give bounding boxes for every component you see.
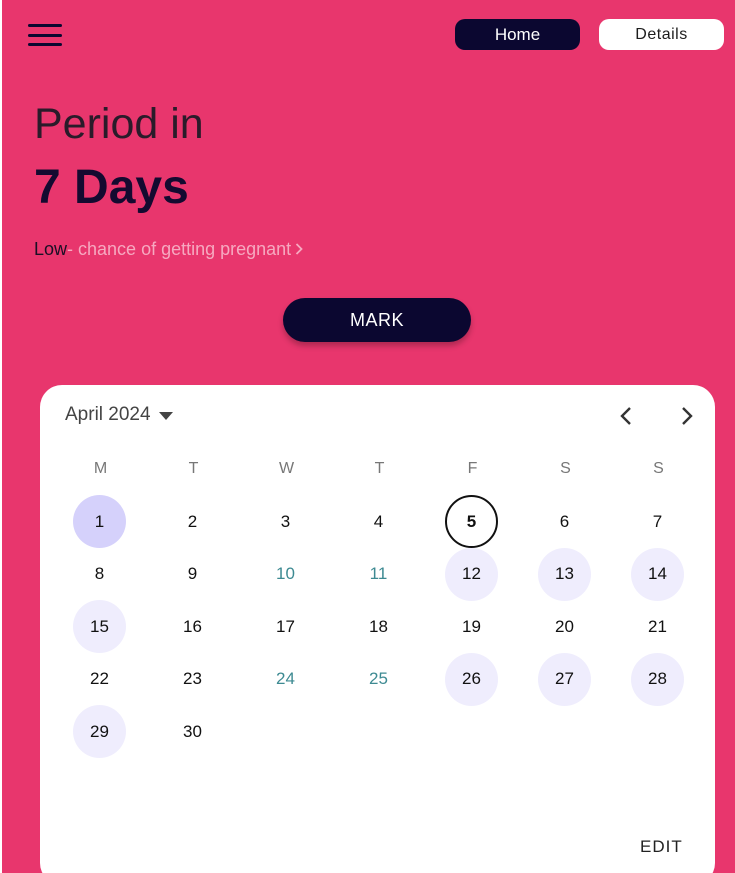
calendar-day[interactable]: 26 [445, 652, 498, 706]
calendar-day[interactable]: 11 [352, 548, 405, 601]
calendar-day[interactable]: 4 [352, 495, 405, 548]
chevron-right-icon [295, 239, 303, 260]
calendar-day[interactable]: 8 [73, 548, 126, 601]
chance-level: Low [34, 239, 68, 259]
calendar-day[interactable]: 24 [259, 653, 312, 706]
weekday-label: S [560, 460, 571, 477]
weekday-label: S [653, 460, 664, 477]
chevron-right-icon [682, 407, 693, 425]
calendar-day[interactable]: 23 [166, 653, 219, 706]
calendar-day[interactable]: 1 [73, 495, 126, 548]
menu-line [28, 33, 62, 37]
menu-line [28, 24, 62, 27]
calendar-day[interactable]: 7 [631, 495, 684, 548]
app-screen: Home Details Period in 7 Days Low - chan… [2, 0, 735, 873]
month-label: April 2024 [65, 404, 151, 425]
edit-button[interactable]: EDIT [640, 837, 683, 857]
chance-text: - chance of getting pregnant [67, 239, 292, 259]
calendar-day[interactable]: 19 [445, 600, 498, 653]
calendar-day[interactable]: 20 [538, 600, 591, 653]
weekday-label: W [278, 460, 295, 477]
calendar-day[interactable]: 25 [352, 653, 405, 706]
calendar-day[interactable]: 14 [631, 547, 684, 601]
calendar-day[interactable]: 12 [445, 547, 498, 601]
caret-down-icon [158, 412, 173, 420]
pregnancy-chance-link[interactable]: Low - chance of getting pregnant [34, 239, 303, 260]
details-tab-button[interactable]: Details [599, 19, 724, 50]
calendar-day[interactable]: 17 [259, 600, 312, 653]
period-title: Period in [34, 100, 204, 148]
prev-month-button[interactable] [612, 401, 642, 431]
calendar-day[interactable]: 13 [538, 547, 591, 601]
calendar-day[interactable]: 29 [73, 705, 126, 758]
next-month-button[interactable] [671, 401, 701, 431]
hamburger-menu-icon[interactable] [28, 22, 62, 48]
period-days-count: 7 Days [34, 161, 189, 214]
calendar-day[interactable]: 5 [445, 495, 498, 548]
calendar-day[interactable]: 3 [259, 495, 312, 548]
home-tab-button[interactable]: Home [455, 19, 580, 50]
weekday-label: M [93, 460, 108, 477]
calendar-day[interactable]: 21 [631, 600, 684, 653]
calendar-day[interactable]: 2 [166, 495, 219, 548]
calendar-day[interactable]: 10 [259, 548, 312, 601]
mark-button[interactable]: MARK [283, 298, 471, 342]
calendar-day[interactable]: 6 [538, 495, 591, 548]
menu-line [28, 43, 62, 46]
calendar-day[interactable]: 15 [73, 600, 126, 653]
weekday-label: T [374, 460, 385, 477]
chevron-left-icon [620, 407, 631, 425]
weekday-label: T [188, 460, 199, 477]
calendar-day[interactable]: 28 [631, 652, 684, 706]
calendar-day[interactable]: 18 [352, 600, 405, 653]
calendar-day[interactable]: 22 [73, 653, 126, 706]
calendar-day[interactable]: 9 [166, 548, 219, 601]
calendar-card: April 2024 M T W T F S S 1 2 3 4 5 6 7 8 9 10 11 12 13 14 15 1… [40, 385, 715, 873]
calendar-day[interactable]: 27 [538, 652, 591, 706]
calendar-day[interactable]: 16 [166, 600, 219, 653]
month-selector[interactable]: April 2024 [65, 404, 173, 426]
calendar-day[interactable]: 30 [166, 705, 219, 758]
weekday-label: F [467, 460, 478, 477]
